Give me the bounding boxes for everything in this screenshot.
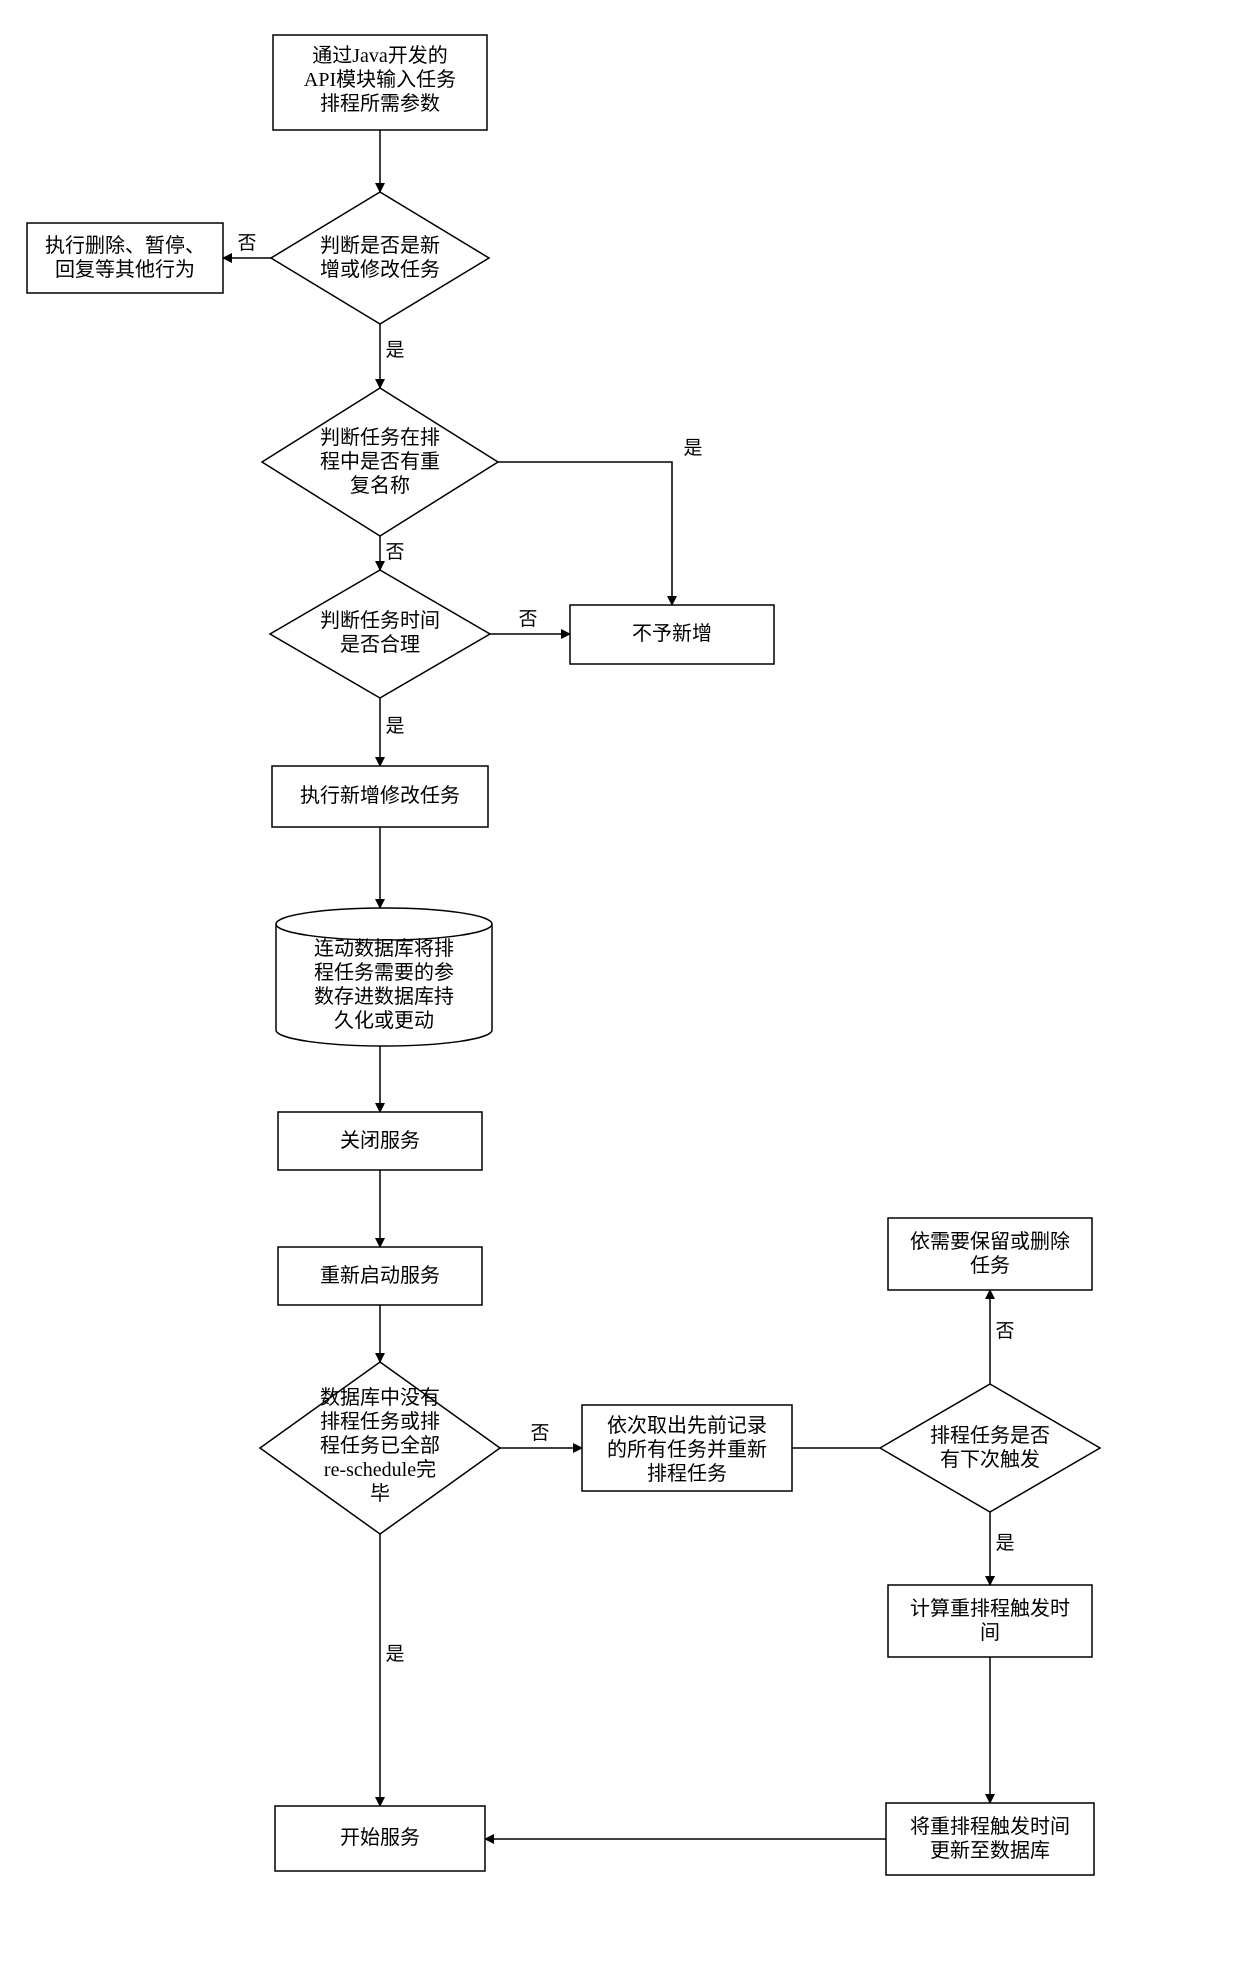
n12-l1: 依次取出先前记录 bbox=[607, 1414, 767, 1437]
n14-l1: 依需要保留或删除 bbox=[910, 1230, 1070, 1253]
process-keep-or-delete bbox=[888, 1218, 1092, 1290]
n2-l1: 判断是否是新 bbox=[320, 234, 440, 257]
lbl-n5-yes: 是 bbox=[385, 716, 404, 737]
n13-l1: 排程任务是否 bbox=[930, 1424, 1050, 1447]
process-compute-trigger bbox=[888, 1585, 1092, 1657]
lbl-n11-yes: 是 bbox=[385, 1644, 404, 1665]
n10-l1: 重新启动服务 bbox=[320, 1264, 440, 1287]
n17-l1: 开始服务 bbox=[340, 1826, 420, 1849]
edge-n4-n6 bbox=[498, 462, 672, 605]
n16-l2: 更新至数据库 bbox=[930, 1839, 1050, 1862]
n11-l5: 毕 bbox=[370, 1482, 390, 1505]
process-update-db bbox=[886, 1803, 1094, 1875]
n5-l2: 是否合理 bbox=[340, 633, 420, 656]
lbl-n5-no: 否 bbox=[518, 609, 537, 630]
process-other-actions bbox=[27, 223, 223, 293]
n1-l1: 通过Java开发的 bbox=[312, 44, 448, 67]
n11-l2: 排程任务或排 bbox=[320, 1410, 440, 1433]
n15-l2: 间 bbox=[980, 1621, 1000, 1644]
n5-l1: 判断任务时间 bbox=[320, 609, 440, 632]
n3-l2: 回复等其他行为 bbox=[55, 258, 195, 281]
n2-l2: 增或修改任务 bbox=[320, 258, 440, 281]
decision-has-next-trigger bbox=[880, 1384, 1100, 1512]
lbl-n2-no: 否 bbox=[237, 233, 256, 254]
lbl-n13-yes: 是 bbox=[995, 1533, 1014, 1554]
n11-l1: 数据库中没有 bbox=[320, 1386, 440, 1409]
n16-l1: 将重排程触发时间 bbox=[910, 1815, 1070, 1838]
n1-l3: 排程所需参数 bbox=[320, 92, 440, 115]
n1-l2: API模块输入任务 bbox=[304, 68, 456, 91]
n3-l1: 执行删除、暂停、 bbox=[45, 234, 205, 257]
n9-l1: 关闭服务 bbox=[340, 1129, 420, 1152]
n4-l3: 复名称 bbox=[350, 474, 410, 497]
n12-l2: 的所有任务并重新 bbox=[607, 1438, 767, 1461]
n11-l3: 程任务已全部 bbox=[320, 1434, 440, 1457]
n15-l1: 计算重排程触发时 bbox=[910, 1597, 1070, 1620]
n8-l4: 久化或更动 bbox=[334, 1009, 434, 1032]
lbl-n4-no: 否 bbox=[385, 542, 404, 563]
n11-l4: re-schedule完 bbox=[324, 1458, 436, 1481]
n6-l1: 不予新增 bbox=[632, 622, 712, 645]
n7-l1: 执行新增修改任务 bbox=[300, 784, 460, 807]
n8-l1: 连动数据库将排 bbox=[314, 937, 454, 960]
lbl-n2-yes: 是 bbox=[385, 340, 404, 361]
lbl-n13-no: 否 bbox=[995, 1321, 1014, 1342]
n12-l3: 排程任务 bbox=[647, 1462, 727, 1485]
lbl-n11-no: 否 bbox=[530, 1423, 549, 1444]
n13-l2: 有下次触发 bbox=[940, 1448, 1040, 1471]
lbl-n4-yes: 是 bbox=[683, 438, 702, 459]
n4-l1: 判断任务在排 bbox=[320, 426, 440, 449]
decision-is-new-or-modify bbox=[271, 192, 489, 324]
n8-l2: 程任务需要的参 bbox=[314, 961, 454, 984]
n14-l2: 任务 bbox=[970, 1254, 1010, 1277]
n4-l2: 程中是否有重 bbox=[320, 450, 440, 473]
n8-l3: 数存进数据库持 bbox=[314, 985, 454, 1008]
